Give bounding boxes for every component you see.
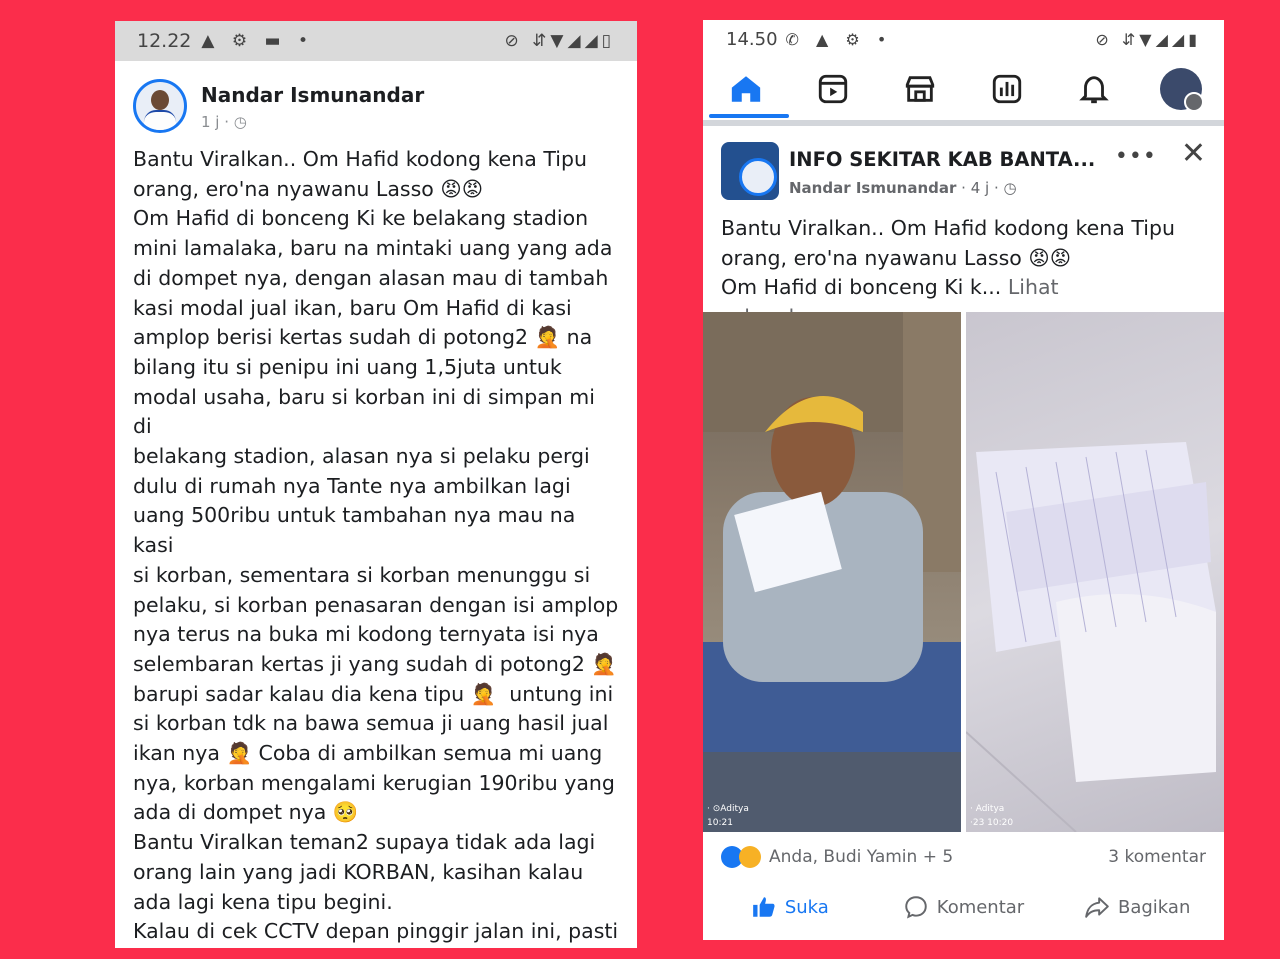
post-line: ada lagi kena tipu begini. [133, 889, 393, 914]
post-line: bilang itu si penipu ini uang 1,5juta un… [133, 354, 562, 379]
thumbs-up-icon [753, 897, 775, 917]
status-bar: 14.50 ✆ ▲ ⚙ • ⊘ ⇵▼◢◢▮ [703, 20, 1224, 58]
like-button[interactable]: Suka [703, 894, 877, 920]
profile-avatar [1159, 68, 1204, 112]
post-line: si korban, sementara si korban menunggu … [133, 562, 591, 587]
status-notification-icons: ✆ ▲ ⚙ • [785, 29, 893, 49]
post-line: pelaku, si korban penasaran dengan isi a… [133, 592, 619, 617]
nav-dashboard[interactable] [963, 58, 1050, 120]
post-line: selembaran kertas ji yang sudah di poton… [133, 651, 617, 676]
reactions-bar[interactable]: Anda, Budi Yamin + 5 3 komentar [721, 846, 1206, 868]
post-line: Bantu Viralkan teman2 supaya tidak ada l… [133, 830, 596, 855]
post-line: di dompet nya, dengan alasan mau di tamb… [133, 265, 609, 290]
post-line: modal usaha, baru si korban ini di simpa… [133, 384, 602, 439]
post-line: dulu di rumah nya Tante nya ambilkan lag… [133, 473, 571, 498]
photo-illustration [966, 442, 1216, 832]
post-actions: Suka Komentar Bagikan [703, 894, 1224, 920]
post-line: belakang stadion, alasan nya si pelaku p… [133, 444, 590, 469]
close-icon[interactable]: ✕ [1181, 136, 1206, 171]
left-post-screenshot: 12.22 ▲ ⚙ ▬ • ⊘ ⇵▼◢◢▯ Nandar Ismunandar … [115, 21, 637, 948]
post-line: ikan nya 🤦 Coba di ambilkan semua mi uan… [133, 741, 603, 766]
video-icon [819, 74, 848, 104]
share-button[interactable]: Bagikan [1050, 894, 1224, 920]
dashboard-icon [992, 74, 1022, 104]
share-icon [1085, 897, 1109, 918]
photo-watermark: · Aditya [970, 804, 1005, 814]
marketplace-icon [905, 76, 935, 102]
like-label: Suka [784, 896, 829, 918]
more-options-icon[interactable]: ••• [1115, 144, 1157, 169]
nav-marketplace[interactable] [877, 58, 964, 120]
right-post-screenshot: 14.50 ✆ ▲ ⚙ • ⊘ ⇵▼◢◢▮ INFO SEKITAR KAB B… [703, 20, 1224, 940]
post-line: orang, ero'na nyawanu Lasso 😡😡 [133, 176, 484, 201]
menu-badge-icon [1183, 92, 1204, 112]
home-icon [732, 76, 761, 102]
photo-time: 10:21 [707, 818, 733, 828]
post-meta: · 4 j · ◷ [961, 179, 1017, 197]
post-line: uang 500ribu untuk tambahan nya mau na k… [133, 503, 582, 558]
post-line: Kalau di cek CCTV depan pinggir jalan in… [133, 919, 619, 944]
post-line: Om Hafid di bonceng Ki ke belakang stadi… [133, 206, 589, 231]
status-notification-icons: ▲ ⚙ ▬ • [201, 31, 315, 51]
post-header: INFO SEKITAR KAB BANTA... Nandar Ismunan… [703, 126, 1224, 200]
photo-watermark: · ⊙Aditya [707, 804, 749, 814]
post-line: orang, ero'na nyawanu Lasso 😡😡 [721, 245, 1072, 270]
bell-icon [1078, 76, 1109, 104]
nav-video[interactable] [790, 58, 877, 120]
post-line: barupi sadar kalau dia kena tipu 🤦 untun… [133, 681, 614, 706]
photo-time: ·23 10:20 [970, 818, 1014, 828]
photo-cut-papers[interactable]: · Aditya ·23 10:20 [966, 312, 1224, 832]
photo-grid[interactable]: · ⊙Aditya 10:21 · Aditya ·23 10:20 [703, 312, 1224, 832]
post-line: mini lamalaka, baru na mintaki uang yang… [133, 236, 613, 261]
active-tab-indicator [709, 114, 789, 118]
post-line: nya terus na buka mi kodong ternyata isi… [133, 622, 599, 647]
post-body: Bantu Viralkan.. Om Hafid kodong kena Ti… [115, 133, 637, 948]
avatar[interactable] [133, 79, 187, 133]
post-meta: 1 j · ◷ [201, 113, 247, 131]
post-line: Om Hafid di bonceng Ki k... [721, 275, 1002, 300]
comment-button[interactable]: Komentar [877, 894, 1051, 920]
share-label: Bagikan [1118, 896, 1191, 918]
post-line: nya, korban mengalami kerugian 190ribu y… [133, 770, 615, 795]
post-line: bisa di lihat si pelaku nya. [133, 947, 619, 948]
author-name[interactable]: Nandar Ismunandar [201, 83, 424, 107]
author-name[interactable]: Nandar Ismunandar [789, 179, 956, 197]
comment-icon [905, 896, 927, 919]
nav-notifications[interactable] [1050, 58, 1137, 120]
group-avatar[interactable] [721, 142, 779, 200]
post-header: Nandar Ismunandar 1 j · ◷ [115, 61, 637, 133]
status-time: 12.22 [137, 30, 192, 52]
nav-home[interactable] [703, 58, 790, 120]
status-bar: 12.22 ▲ ⚙ ▬ • ⊘ ⇵▼◢◢▯ [115, 21, 637, 61]
photo-man-with-paper[interactable]: · ⊙Aditya 10:21 [703, 312, 961, 832]
status-time: 14.50 [726, 28, 778, 50]
nav-profile[interactable] [1137, 58, 1224, 120]
wow-reaction-icon [739, 846, 761, 868]
status-system-icons: ⊘ ⇵▼◢◢▮ [1095, 29, 1201, 49]
post-line: ada di dompet nya 🥺 [133, 800, 359, 825]
post-line: Bantu Viralkan.. Om Hafid kodong kena Ti… [721, 216, 1175, 240]
post-line: Bantu Viralkan.. Om Hafid kodong kena Ti… [133, 147, 587, 171]
reaction-names: Anda, Budi Yamin + 5 [769, 847, 954, 867]
post-line: si korban tdk na bawa semua ji uang hasi… [133, 711, 609, 736]
post-line: amplop berisi kertas sudah di potong2 🤦 … [133, 325, 593, 350]
comment-count[interactable]: 3 komentar [1108, 847, 1206, 867]
comment-label: Komentar [936, 896, 1025, 918]
post-line: orang lain yang jadi KORBAN, kasihan kal… [133, 859, 584, 884]
status-system-icons: ⊘ ⇵▼◢◢▯ [504, 31, 615, 51]
photo-illustration [703, 312, 961, 832]
group-name[interactable]: INFO SEKITAR KAB BANTA... [789, 148, 1107, 171]
top-nav [703, 58, 1224, 120]
post-line: kasi modal jual ikan, baru Om Hafid di k… [133, 295, 572, 320]
